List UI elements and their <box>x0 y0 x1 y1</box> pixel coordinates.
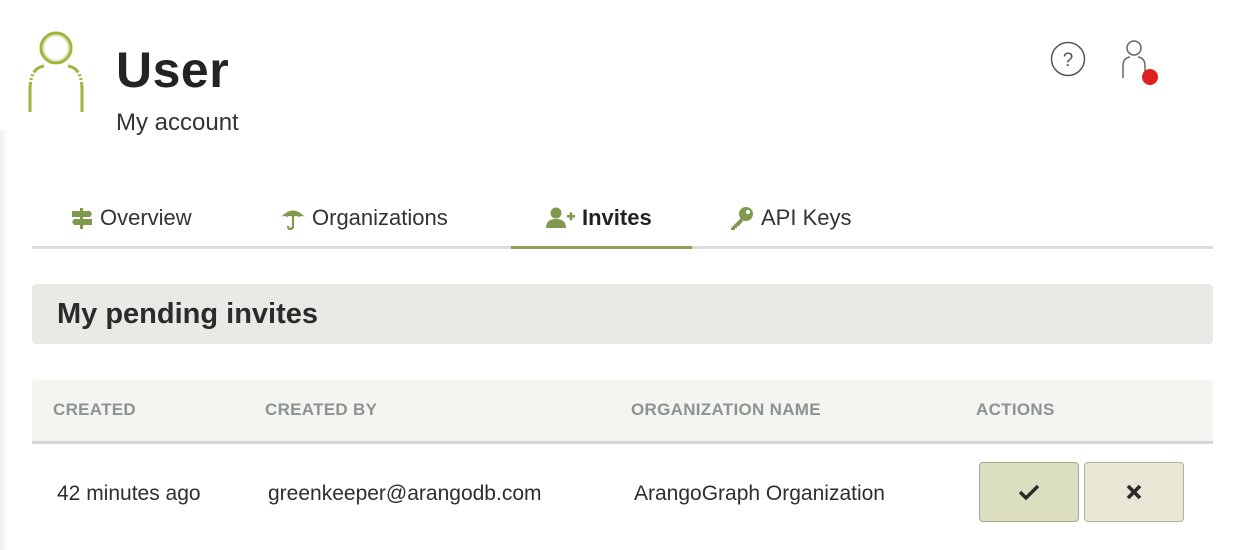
tab-overview[interactable]: Overview <box>70 190 192 246</box>
user-silhouette-icon <box>28 31 84 112</box>
page-subtitle: My account <box>116 109 239 136</box>
tab-invites-label: Invites <box>582 205 652 230</box>
table-header: CREATED CREATED BY ORGANIZATION NAME ACT… <box>32 380 1213 444</box>
tab-organizations[interactable]: Organizations <box>280 190 448 246</box>
column-header-created-by[interactable]: CREATED BY <box>265 400 377 420</box>
tab-organizations-label: Organizations <box>312 205 448 230</box>
tab-api-keys-label: API Keys <box>761 205 852 230</box>
invites-table: CREATED CREATED BY ORGANIZATION NAME ACT… <box>32 380 1213 544</box>
help-circle-icon[interactable]: ? <box>1050 41 1086 77</box>
column-header-actions: ACTIONS <box>976 400 1055 419</box>
accept-invite-button[interactable] <box>979 462 1079 522</box>
cell-created: 42 minutes ago <box>57 482 201 505</box>
umbrella-icon <box>281 210 305 231</box>
cell-created-by: greenkeeper@arangodb.com <box>268 482 542 505</box>
column-header-organization-name[interactable]: ORGANIZATION NAME <box>631 400 821 420</box>
section-title: My pending invites <box>57 298 319 330</box>
user-menu-button[interactable] <box>1118 38 1162 88</box>
tab-invites[interactable]: Invites <box>511 190 692 249</box>
page: User My account ? Overview Organizations… <box>0 0 1236 550</box>
user-icon <box>1122 40 1146 78</box>
section-header: My pending invites <box>32 284 1213 344</box>
key-icon <box>731 207 753 230</box>
column-header-created[interactable]: CREATED <box>53 400 136 420</box>
svg-text:?: ? <box>1063 50 1074 71</box>
left-edge-shadow <box>0 130 8 550</box>
notification-dot <box>1142 69 1158 85</box>
table-row: 42 minutes ago greenkeeper@arangodb.com … <box>32 444 1213 544</box>
page-title: User <box>116 42 230 98</box>
check-icon <box>1018 484 1040 501</box>
tab-api-keys[interactable]: API Keys <box>729 190 851 246</box>
decline-invite-button[interactable] <box>1084 462 1184 522</box>
tab-bar: Overview Organizations Invites API Keys <box>32 190 1213 249</box>
user-plus-icon <box>546 207 575 228</box>
close-icon <box>1126 484 1142 500</box>
signpost-icon <box>72 208 92 229</box>
cell-organization-name: ArangoGraph Organization <box>634 482 885 505</box>
tab-overview-label: Overview <box>100 205 192 230</box>
